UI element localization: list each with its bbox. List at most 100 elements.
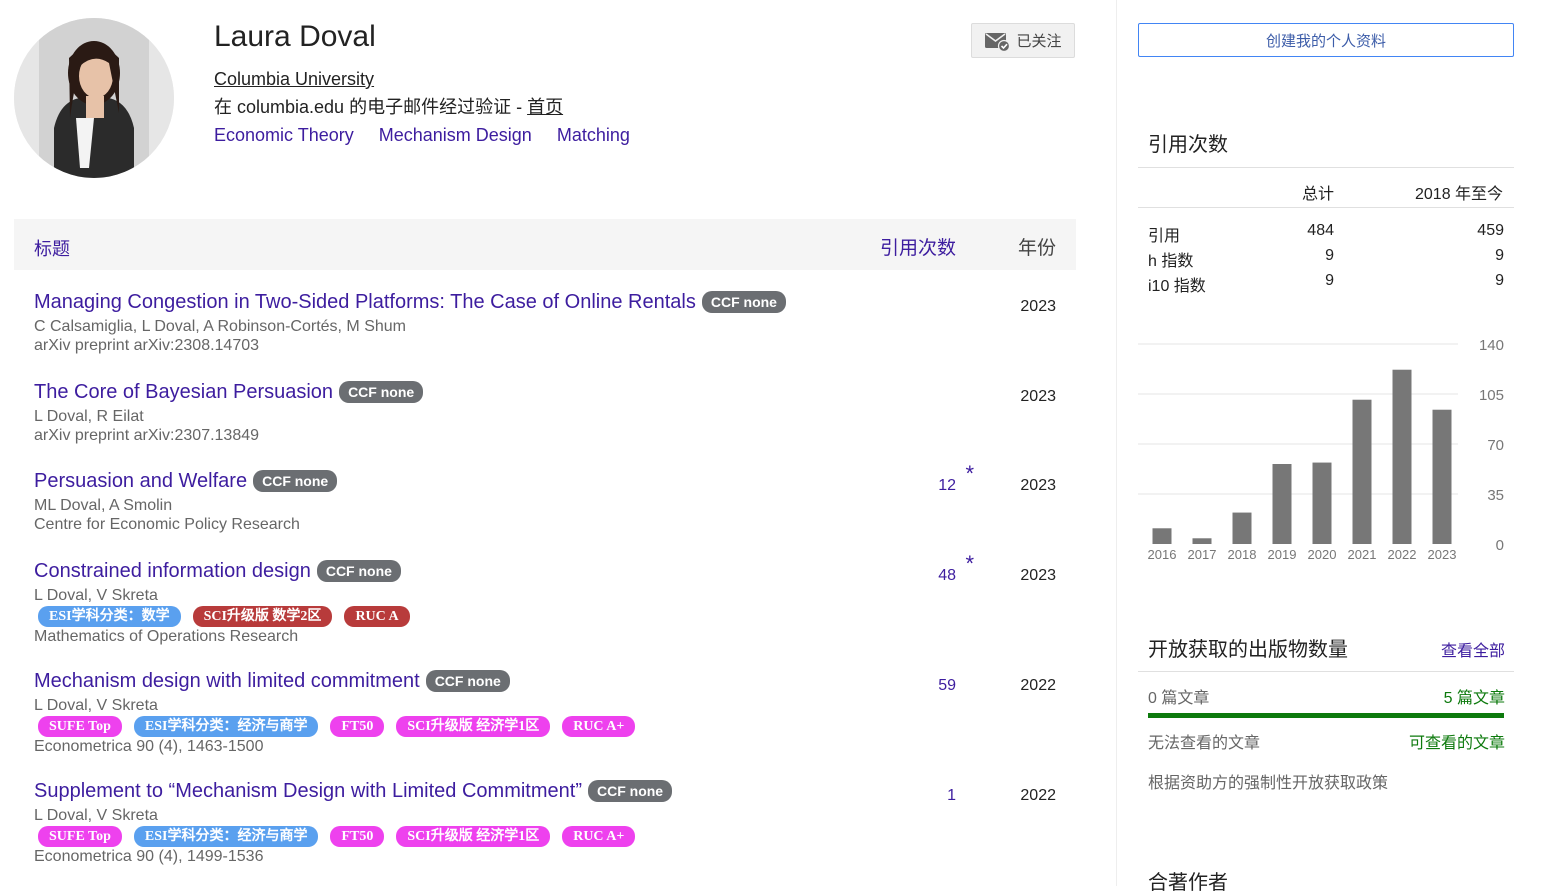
citation-bar-2022[interactable] [1392,369,1412,544]
stat-total: 9 [1325,247,1334,264]
article-venue: arXiv preprint arXiv:2307.13849 [34,427,260,444]
article-year: 2023 [1020,388,1056,405]
follow-button[interactable]: 已关注 [971,23,1075,58]
cited-by-count[interactable]: 48 [938,567,956,585]
x-tick-label: 2016 [1148,547,1177,562]
article-year: 2022 [1020,677,1056,694]
divider [1138,207,1514,208]
x-tick-label: 2020 [1308,547,1337,562]
oa-unavailable-count: 0 篇文章 [1148,690,1210,707]
article-venue: Centre for Economic Policy Research [34,516,300,533]
verified-email-text: 在 columbia.edu 的电子邮件经过验证 - [214,97,528,117]
stat-since: 9 [1495,272,1504,289]
citation-bar-2020[interactable] [1312,462,1332,544]
article-venue: Econometrica 90 (4), 1499-1536 [34,848,264,865]
citations-bar-chart: 0 35 70 105 140 2016 2017 2018 2019 2020 2021 2022 2… [1138,337,1504,562]
citation-bar-2021[interactable] [1352,399,1372,544]
merged-citation-star[interactable]: * [965,551,974,577]
x-tick-label: 2017 [1188,547,1217,562]
stat-label: 引用 [1148,228,1181,245]
article-title-link[interactable]: Managing Congestion in Two-Sided Platfor… [34,291,696,313]
oa-policy-text: 根据资助方的强制性开放获取政策 [1148,775,1389,792]
article-authors: ML Doval, A Smolin [34,497,173,514]
x-tick-label: 2019 [1268,547,1297,562]
y-tick-label: 0 [1496,537,1504,554]
rank-tag: SUFE Top [38,825,122,847]
stat-since: 459 [1477,222,1504,239]
rank-tag: SUFE Top [38,715,122,737]
interest-mechanism-design[interactable]: Mechanism Design [379,125,532,145]
sort-by-cited[interactable]: 引用次数 [880,233,956,260]
open-access-view-all-link[interactable]: 查看全部 [1441,637,1505,661]
oa-available-label: 可查看的文章 [1408,735,1505,752]
article-year: 2022 [1020,787,1056,804]
article-venue: Econometrica 90 (4), 1463-1500 [34,738,264,755]
ccf-badge: CCF none [253,470,338,492]
rank-tag: SCI升级版 经济学1区 [396,825,551,847]
citation-bar-2018[interactable] [1232,512,1252,544]
merged-citation-star[interactable]: * [965,461,974,487]
table-row: Constrained information design CCF none L … [34,551,1074,646]
table-row: Supplement to “Mechanism Design with Lim… [34,779,1074,866]
homepage-link[interactable]: 首页 [527,97,563,117]
article-authors: L Doval, V Skreta [34,587,158,604]
sidebar: 创建我的个人资料 引用次数 总计 2018 年至今 引用 484 459 h 指… [1116,0,1557,894]
cited-by-count[interactable]: 59 [938,677,956,695]
create-profile-button[interactable]: 创建我的个人资料 [1138,23,1514,57]
x-tick-label: 2018 [1228,547,1257,562]
citation-bar-2023[interactable] [1432,409,1452,544]
citation-bar-2016[interactable] [1152,528,1172,544]
x-tick-label: 2021 [1348,547,1377,562]
article-authors: L Doval, V Skreta [34,697,158,714]
affiliation-link[interactable]: Columbia University [214,69,374,90]
rank-tag: RUC A [344,605,410,627]
article-year: 2023 [1020,298,1056,315]
article-title-link[interactable]: Persuasion and Welfare [34,470,247,492]
citation-bar-2017[interactable] [1192,538,1212,544]
main-column: Laura Doval Columbia University 在 columb… [0,0,1090,886]
article-title-link[interactable]: Mechanism design with limited commitment [34,670,420,692]
ccf-badge: CCF none [587,780,673,802]
oa-progress-bar [1148,713,1504,718]
ccf-badge: CCF none [316,560,401,582]
y-tick-label: 140 [1479,337,1504,354]
rank-tag: RUC A+ [562,715,636,737]
rank-tag: FT50 [330,715,385,737]
interest-matching[interactable]: Matching [557,125,630,145]
coauthors-section-title: 合著作者 [1148,872,1228,894]
article-authors: C Calsamiglia, L Doval, A Robinson-Corté… [34,318,406,335]
sort-by-year[interactable]: 年份 [1018,233,1056,260]
rank-tags: SUFE Top ESI学科分类：经济与商学 FT50 SCI升级版 经济学1区 RUC… [38,715,1074,737]
citation-bar-2019[interactable] [1272,464,1292,544]
divider [1138,167,1514,168]
table-row: Managing Congestion in Two-Sided Platfor… [34,290,1074,355]
articles-table-header: 标题 引用次数 年份 [14,219,1076,270]
article-title-link[interactable]: Supplement to “Mechanism Design with Lim… [34,780,582,802]
rank-tags: ESI学科分类：数学 SCI升级版 数学2区 RUC A [38,605,1074,627]
stat-row-citations: 引用 484 459 [1148,222,1504,246]
stat-label: h 指数 [1148,253,1194,270]
ccf-badge: CCF none [425,670,510,692]
stat-label: i10 指数 [1148,278,1206,295]
stat-row-h-index: h 指数 9 9 [1148,247,1504,271]
stat-col-total: 总计 [1302,186,1335,203]
article-year: 2023 [1020,477,1056,494]
oa-available-count: 5 篇文章 [1443,690,1505,707]
stat-total: 484 [1307,222,1334,239]
article-authors: L Doval, V Skreta [34,807,158,824]
article-title-link[interactable]: The Core of Bayesian Persuasion [34,381,333,403]
y-tick-label: 70 [1487,437,1504,454]
article-title-link[interactable]: Constrained information design [34,560,311,582]
article-authors: L Doval, R Eilat [34,408,144,425]
rank-tag: ESI学科分类：经济与商学 [133,825,319,847]
table-row: Persuasion and Welfare CCF none ML Doval, … [34,461,1074,534]
sort-by-title[interactable]: 标题 [34,235,70,261]
table-row: Mechanism design with limited commitment… [34,669,1074,756]
rank-tag: SCI升级版 经济学1区 [396,715,551,737]
cited-by-count[interactable]: 1 [947,787,956,805]
interest-economic-theory[interactable]: Economic Theory [214,125,354,145]
divider [1138,671,1514,672]
cited-by-count[interactable]: 12 [938,477,956,495]
citations-section-title: 引用次数 [1148,134,1228,156]
mail-check-icon [985,32,1011,52]
